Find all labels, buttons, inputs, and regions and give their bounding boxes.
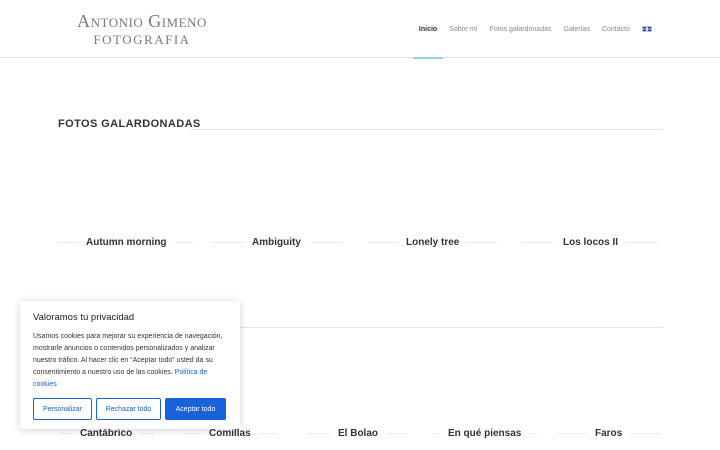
divider-line	[258, 433, 277, 434]
divider-line	[140, 433, 155, 434]
photo-caption-lonely-tree[interactable]: Lonely tree	[368, 237, 508, 248]
caption-text: Faros	[595, 428, 623, 439]
gallery-caption-el-bolao[interactable]: El Bolao	[308, 428, 413, 439]
divider-line	[308, 433, 330, 434]
nav-item-contacto[interactable]: Contacto	[596, 0, 636, 58]
cookie-consent-banner: Valoramos tu privacidad Usamos cookies p…	[20, 301, 240, 429]
divider-line	[58, 242, 78, 243]
divider-line	[308, 242, 341, 243]
cookie-description: Usamos cookies para mejorar su experienc…	[33, 331, 227, 391]
divider-line	[174, 242, 195, 243]
site-logo[interactable]: Antonio Gimeno FOTOGRAFIA	[62, 12, 222, 46]
nav-item-galerias[interactable]: Galerías	[558, 0, 596, 58]
caption-text: El Bolao	[338, 428, 379, 439]
logo-subtitle: FOTOGRAFIA	[93, 32, 191, 47]
divider-line	[467, 242, 498, 243]
section-divider	[190, 129, 663, 130]
photo-caption-los-locos-ii[interactable]: Los locos II	[523, 237, 663, 248]
caption-text: Cantábrico	[80, 428, 133, 439]
reject-all-button[interactable]: Rechazar todo	[96, 398, 161, 420]
caption-text: Ambiguity	[252, 237, 301, 248]
gallery-caption-faros[interactable]: Faros	[557, 428, 663, 439]
main-navigation: Inicio Sobre mí Fotos galardonadas Galer…	[412, 0, 658, 59]
gallery-caption-en-que-piensas[interactable]: En qué piensas	[432, 428, 538, 439]
photo-caption-ambiguity[interactable]: Ambiguity	[212, 237, 352, 248]
section-title: FOTOS GALARDONADAS	[58, 118, 201, 130]
divider-line	[557, 433, 587, 434]
gallery-caption-cantabrico[interactable]: Cantábrico	[58, 428, 165, 439]
gallery-caption-comillas[interactable]: Comillas	[183, 428, 288, 439]
divider-line	[386, 433, 409, 434]
divider-line	[368, 242, 398, 243]
accept-all-button[interactable]: Aceptar todo	[165, 398, 226, 420]
divider-line	[183, 433, 201, 434]
caption-text: Autumn morning	[86, 237, 167, 248]
caption-text: En qué piensas	[448, 428, 522, 439]
logo-name: Antonio Gimeno	[77, 11, 207, 31]
divider-line	[58, 433, 72, 434]
divider-line	[626, 242, 659, 243]
section-divider	[240, 327, 663, 328]
divider-line	[432, 433, 440, 434]
site-header: Antonio Gimeno FOTOGRAFIA Inicio Sobre m…	[0, 0, 720, 59]
divider-line	[529, 433, 538, 434]
divider-line	[630, 433, 661, 434]
uk-flag-icon	[642, 26, 652, 32]
customize-button[interactable]: Personalizar	[33, 398, 92, 420]
photo-caption-autumn-morning[interactable]: Autumn morning	[58, 237, 195, 248]
divider-line	[212, 242, 244, 243]
caption-text: Lonely tree	[406, 237, 460, 248]
nav-item-sobre-mi[interactable]: Sobre mí	[443, 0, 483, 58]
caption-text: Comillas	[209, 428, 251, 439]
cookie-buttons: Personalizar Rechazar todo Aceptar todo	[33, 398, 226, 420]
cookie-title: Valoramos tu privacidad	[33, 312, 135, 323]
divider-line	[523, 242, 555, 243]
nav-item-inicio[interactable]: Inicio	[412, 0, 444, 59]
nav-item-fotos-galardonadas[interactable]: Fotos galardonadas	[484, 0, 558, 58]
caption-text: Los locos II	[563, 237, 619, 248]
language-switch[interactable]	[636, 0, 658, 58]
